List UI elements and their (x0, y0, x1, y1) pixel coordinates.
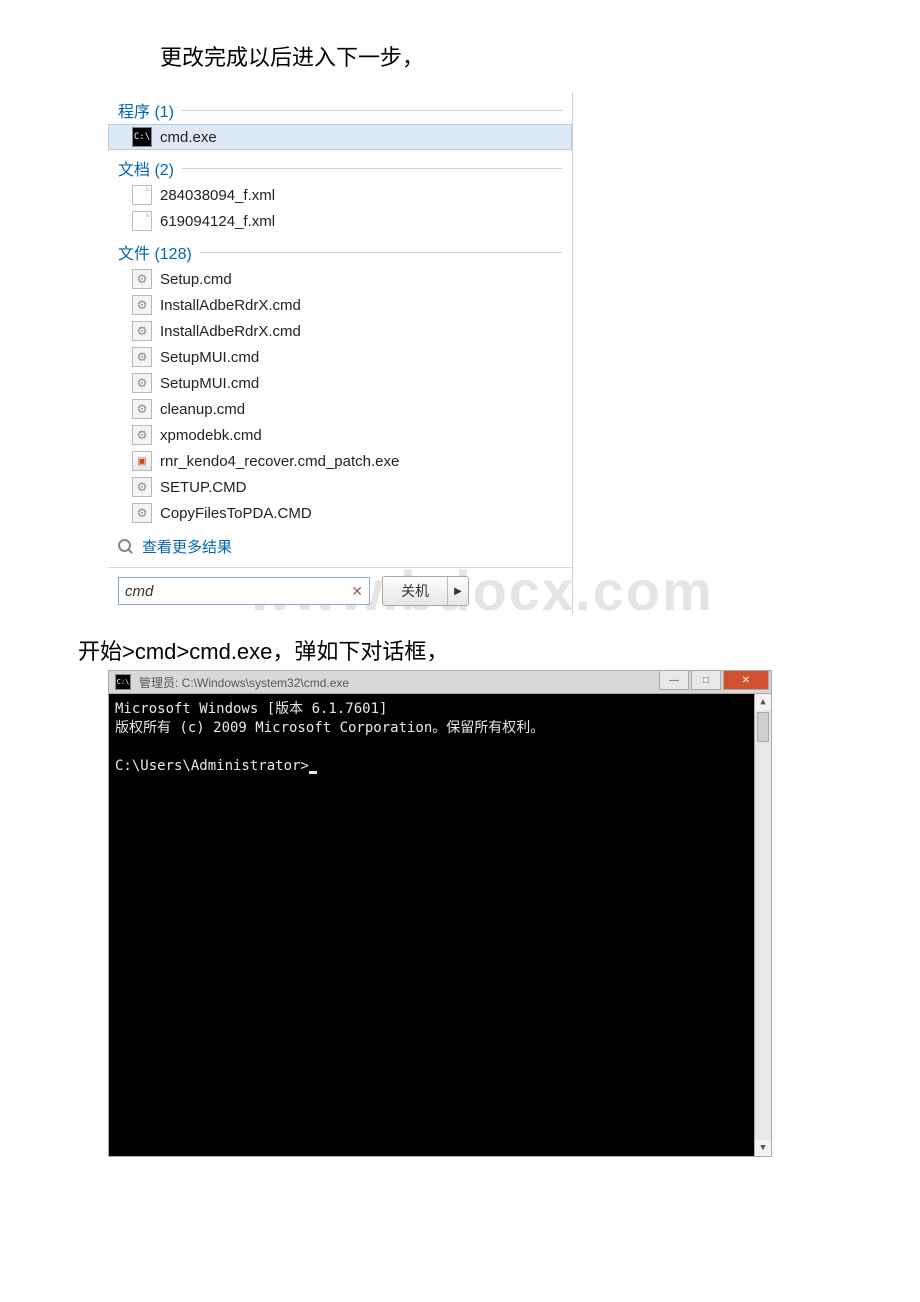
gear-icon: ⚙ (132, 373, 152, 393)
result-file[interactable]: ▣ rnr_kendo4_recover.cmd_patch.exe (108, 448, 572, 474)
document-icon (132, 211, 152, 231)
search-icon (118, 539, 134, 555)
result-label: SetupMUI.cmd (160, 375, 259, 392)
group-documents-header: 文档 (2) (108, 150, 572, 182)
cmd-line-2: 版权所有 (c) 2009 Microsoft Corporation。保留所有… (115, 720, 544, 736)
shutdown-arrow-icon[interactable]: ▶ (448, 577, 468, 605)
cmd-prompt: C:\Users\Administrator> (115, 758, 309, 774)
result-file[interactable]: ⚙ SETUP.CMD (108, 474, 572, 500)
cmd-icon: C:\ (115, 674, 131, 690)
result-label: CopyFilesToPDA.CMD (160, 505, 312, 522)
group-programs-header: 程序 (1) (108, 92, 572, 124)
result-file[interactable]: ⚙ cleanup.cmd (108, 396, 572, 422)
start-menu-search-panel: 程序 (1) C:\ cmd.exe 文档 (2) 284038094_f.xm… (108, 92, 573, 614)
cmd-title-text: 管理员: C:\Windows\system32\cmd.exe (139, 674, 349, 691)
group-documents-label: 文档 (2) (118, 156, 174, 180)
start-menu-bottom-bar: www.bdocx.com cmd ✕ 关机 ▶ (108, 567, 572, 614)
result-label: 619094124_f.xml (160, 213, 275, 230)
caption-top: 更改完成以后进入下一步， (160, 40, 920, 72)
search-input-value: cmd (125, 583, 153, 600)
result-file[interactable]: ⚙ SetupMUI.cmd (108, 344, 572, 370)
result-document[interactable]: 619094124_f.xml (108, 208, 572, 234)
result-label: 284038094_f.xml (160, 187, 275, 204)
result-label: cmd.exe (160, 129, 217, 146)
cmd-line-1: Microsoft Windows [版本 6.1.7601] (115, 701, 387, 717)
divider (182, 110, 562, 111)
divider (200, 252, 562, 253)
gear-icon: ⚙ (132, 503, 152, 523)
result-label: cleanup.cmd (160, 401, 245, 418)
cmd-body[interactable]: Microsoft Windows [版本 6.1.7601] 版权所有 (c)… (108, 693, 772, 1157)
result-file[interactable]: ⚙ InstallAdbeRdrX.cmd (108, 292, 572, 318)
scroll-thumb[interactable] (757, 712, 769, 742)
result-label: Setup.cmd (160, 271, 232, 288)
result-file[interactable]: ⚙ SetupMUI.cmd (108, 370, 572, 396)
group-programs-label: 程序 (1) (118, 98, 174, 122)
gear-icon: ⚙ (132, 347, 152, 367)
result-document[interactable]: 284038094_f.xml (108, 182, 572, 208)
divider (182, 168, 562, 169)
result-label: SetupMUI.cmd (160, 349, 259, 366)
result-label: SETUP.CMD (160, 479, 246, 496)
gear-icon: ⚙ (132, 295, 152, 315)
clear-search-icon[interactable]: ✕ (351, 583, 363, 600)
group-files-label: 文件 (128) (118, 240, 192, 264)
result-file[interactable]: ⚙ CopyFilesToPDA.CMD (108, 500, 572, 526)
result-file[interactable]: ⚙ InstallAdbeRdrX.cmd (108, 318, 572, 344)
gear-icon: ⚙ (132, 321, 152, 341)
caption-bottom: 开始>cmd>cmd.exe，弹如下对话框， (78, 634, 920, 666)
cmd-title-bar[interactable]: C:\ 管理员: C:\Windows\system32\cmd.exe — □… (108, 670, 772, 693)
group-files-header: 文件 (128) (108, 234, 572, 266)
scroll-track[interactable] (755, 710, 771, 1140)
result-file[interactable]: ⚙ Setup.cmd (108, 266, 572, 292)
result-label: InstallAdbeRdrX.cmd (160, 323, 301, 340)
see-more-results[interactable]: 查看更多结果 (108, 526, 572, 567)
document-icon (132, 185, 152, 205)
more-results-label: 查看更多结果 (142, 536, 232, 557)
cursor-icon (309, 771, 317, 774)
minimize-button[interactable]: — (659, 671, 689, 690)
result-cmd-exe[interactable]: C:\ cmd.exe (108, 124, 572, 150)
gear-icon: ⚙ (132, 399, 152, 419)
shutdown-label: 关机 (383, 577, 448, 605)
result-label: rnr_kendo4_recover.cmd_patch.exe (160, 453, 399, 470)
scrollbar[interactable]: ▲ ▼ (754, 694, 771, 1156)
scroll-up-icon[interactable]: ▲ (755, 694, 771, 710)
maximize-button[interactable]: □ (691, 671, 721, 690)
result-file[interactable]: ⚙ xpmodebk.cmd (108, 422, 572, 448)
cmd-icon: C:\ (132, 127, 152, 147)
shutdown-button[interactable]: 关机 ▶ (382, 576, 469, 606)
gear-icon: ⚙ (132, 425, 152, 445)
result-label: InstallAdbeRdrX.cmd (160, 297, 301, 314)
search-input[interactable]: cmd ✕ (118, 577, 370, 605)
exe-icon: ▣ (132, 451, 152, 471)
result-label: xpmodebk.cmd (160, 427, 262, 444)
scroll-down-icon[interactable]: ▼ (755, 1140, 771, 1156)
cmd-window: C:\ 管理员: C:\Windows\system32\cmd.exe — □… (108, 670, 772, 1157)
gear-icon: ⚙ (132, 477, 152, 497)
gear-icon: ⚙ (132, 269, 152, 289)
close-button[interactable]: ✕ (723, 671, 769, 690)
